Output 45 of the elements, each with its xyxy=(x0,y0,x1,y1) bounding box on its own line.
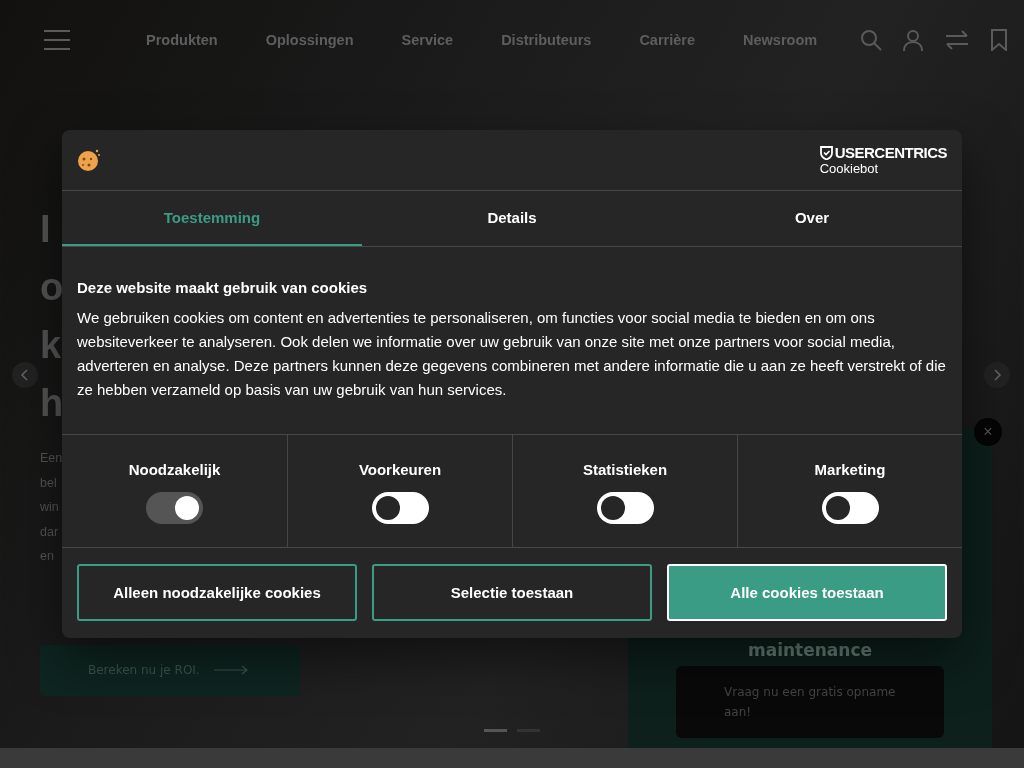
category-label: Voorkeuren xyxy=(358,461,442,478)
dialog-tab[interactable]: Over xyxy=(662,191,962,246)
toggle-switch[interactable] xyxy=(596,492,654,524)
brand-name: USERCENTRICS xyxy=(834,144,947,161)
accept-all-button[interactable]: Alle cookies toestaan xyxy=(667,564,947,621)
user-icon[interactable] xyxy=(902,29,924,51)
nav-link[interactable]: Carrière xyxy=(639,32,695,48)
hero-text: Een xyxy=(40,450,63,467)
bookmark-icon[interactable] xyxy=(990,29,1008,51)
brand-product: Cookiebot xyxy=(819,160,879,176)
nav-link[interactable]: Service xyxy=(401,32,454,48)
category-label: Noodzakelijk xyxy=(128,461,221,478)
nav-link[interactable]: Newsroom xyxy=(743,32,818,48)
arrow-icon xyxy=(213,665,248,675)
hero-heading: o xyxy=(40,265,64,310)
hero-text: bel xyxy=(40,474,57,492)
dialog-tab[interactable]: Details xyxy=(362,191,662,246)
nav-link[interactable]: Distributeurs xyxy=(501,32,592,48)
hero-heading: k xyxy=(40,323,62,368)
dialog-heading: Deze website maakt gebruik van cookies xyxy=(77,279,369,296)
search-icon[interactable] xyxy=(860,29,882,51)
chevron-right-icon xyxy=(993,369,1001,381)
previous-button[interactable] xyxy=(12,362,38,388)
shield-icon xyxy=(819,145,833,160)
hero-heading: I xyxy=(40,207,51,252)
chevron-left-icon xyxy=(21,369,29,381)
consent-button[interactable]: Selectie toestaan xyxy=(372,564,652,621)
nav-link[interactable]: Oplossingen xyxy=(265,32,354,48)
nav-link[interactable]: Produkten xyxy=(146,32,218,48)
menu-icon[interactable] xyxy=(44,30,70,50)
hero-text: win xyxy=(40,499,59,516)
toggle-switch[interactable] xyxy=(821,492,879,524)
hero-heading: h xyxy=(40,381,64,426)
dialog-text: We gebruiken cookies om content en advertenties te personaliseren, om functies voor social media te bieden en om ons websiteverkeer te analyseren. Ook delen we informatie over uw gebruik van onze site met onze partners voor social media, adverteren en analyse. Deze partners kunnen deze gegevens combineren met andere informatie die u aan ze heeft verstrekt of die ze hebben verzameld op basis van uw gebruik van hun services. xyxy=(77,308,947,400)
promo-title: maintenance xyxy=(747,640,873,660)
category-label: Statistieken xyxy=(582,461,668,478)
cookie-icon xyxy=(77,149,101,171)
dialog-tab[interactable]: Toestemming xyxy=(62,191,362,246)
request-button[interactable]: Vraag nu een gratis opname aan! xyxy=(676,666,944,738)
swap-arrows-icon[interactable] xyxy=(944,29,970,51)
consent-button[interactable]: Alleen noodzakelijke cookies xyxy=(77,564,357,621)
toggle-switch[interactable] xyxy=(371,492,429,524)
category-label: Marketing xyxy=(814,461,886,478)
close-button[interactable]: × xyxy=(974,418,1002,446)
next-button[interactable] xyxy=(984,362,1010,388)
